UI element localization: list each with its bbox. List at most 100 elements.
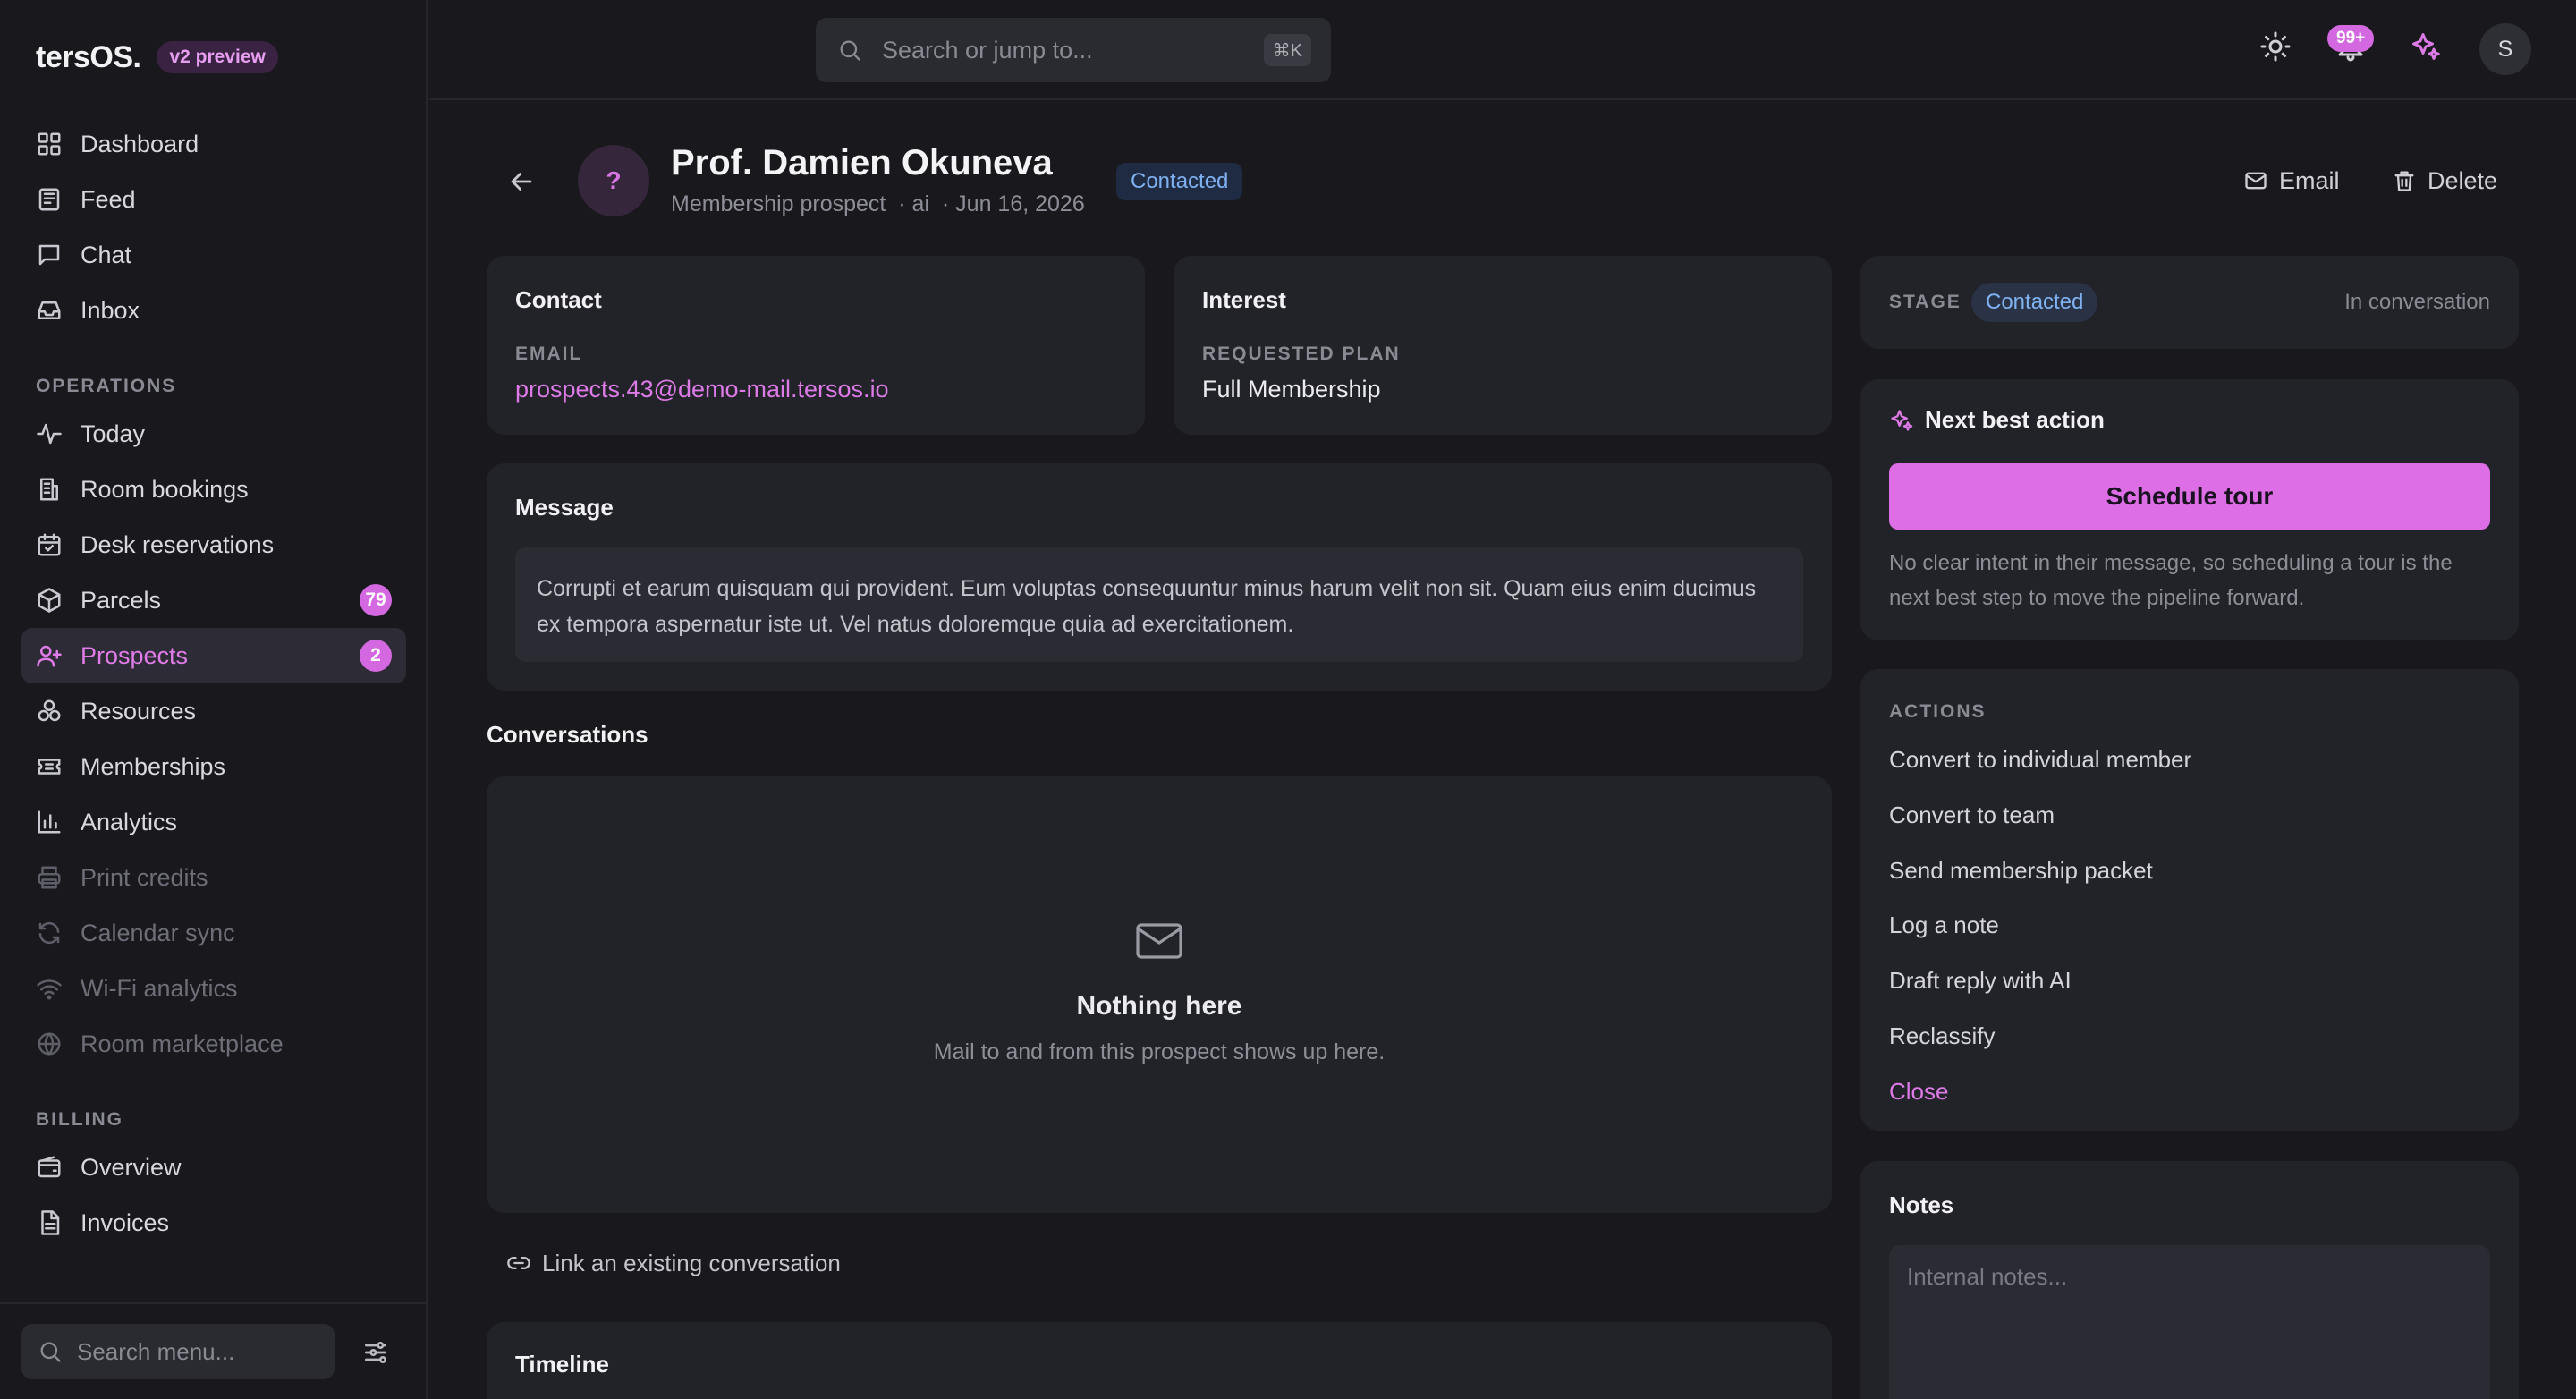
sidebar-item-label: Memberships — [80, 752, 226, 780]
actions-heading: ACTIONS — [1889, 701, 1987, 722]
menu-search-input[interactable]: Search menu... — [21, 1324, 335, 1379]
sidebar-item-label: Calendar sync — [80, 919, 235, 946]
calendar-check-icon — [36, 531, 63, 558]
notes-textarea[interactable]: Internal notes... — [1889, 1245, 2490, 1399]
action-convert-team[interactable]: Convert to team — [1889, 801, 2055, 829]
contact-card: Contact EMAIL prospects.43@demo-mail.ter… — [487, 256, 1145, 435]
globe-icon — [36, 1030, 63, 1057]
sidebar: tersOS. v2 preview Dashboard Feed Chat I… — [0, 0, 428, 1399]
global-search-input[interactable]: Search or jump to... ⌘K — [816, 18, 1331, 82]
notes-card: Notes Internal notes... — [1860, 1161, 2519, 1399]
sidebar-item-room-bookings[interactable]: Room bookings — [21, 462, 406, 517]
sidebar-item-label: Room bookings — [80, 475, 249, 503]
sidebar-nav: Dashboard Feed Chat Inbox OPERATIONS Tod… — [21, 116, 406, 1251]
activity-icon — [36, 420, 63, 447]
global-search-placeholder: Search or jump to... — [882, 36, 1093, 64]
stage-note: In conversation — [2344, 290, 2490, 314]
next-best-action-card: Next best action Schedule tour No clear … — [1860, 379, 2519, 640]
sidebar-item-parcels[interactable]: Parcels 79 — [21, 572, 406, 628]
refresh-icon — [36, 920, 63, 946]
email-label: EMAIL — [515, 343, 583, 364]
sidebar-item-wifi-analytics[interactable]: Wi-Fi analytics — [21, 961, 406, 1016]
sidebar-item-room-marketplace[interactable]: Room marketplace — [21, 1016, 406, 1072]
search-icon — [837, 38, 862, 63]
action-reclassify[interactable]: Reclassify — [1889, 1022, 1995, 1050]
sidebar-item-desk-reservations[interactable]: Desk reservations — [21, 517, 406, 572]
stage-badge[interactable]: Contacted — [1971, 283, 2098, 322]
sparkles-icon[interactable] — [2410, 30, 2442, 63]
sidebar-item-label: Overview — [80, 1153, 182, 1181]
sidebar-item-label: Inbox — [80, 296, 140, 324]
chat-icon — [36, 242, 63, 268]
email-button[interactable]: Email — [2243, 163, 2340, 199]
email-button-label: Email — [2279, 166, 2340, 194]
message-title: Message — [515, 494, 614, 521]
file-text-icon — [36, 1209, 63, 1236]
sidebar-item-resources[interactable]: Resources — [21, 683, 406, 739]
sidebar-item-label: Invoices — [80, 1208, 170, 1236]
mail-icon — [2243, 168, 2268, 193]
sidebar-item-label: Parcels — [80, 586, 162, 614]
sliders-icon[interactable] — [361, 1338, 390, 1367]
sidebar-item-analytics[interactable]: Analytics — [21, 794, 406, 850]
action-close[interactable]: Close — [1889, 1078, 1948, 1106]
contact-title: Contact — [515, 286, 602, 313]
link-conversation-label: Link an existing conversation — [542, 1249, 841, 1276]
back-arrow-icon[interactable] — [506, 166, 537, 197]
empty-state-title: Nothing here — [1076, 991, 1242, 1021]
sidebar-item-label: Desk reservations — [80, 530, 275, 558]
menu-search-placeholder: Search menu... — [77, 1337, 235, 1365]
package-icon — [36, 587, 63, 614]
parcels-count-badge: 79 — [360, 584, 392, 616]
interest-title: Interest — [1202, 286, 1286, 313]
search-icon — [38, 1339, 63, 1364]
wifi-icon — [36, 975, 63, 1002]
sidebar-item-calendar-sync[interactable]: Calendar sync — [21, 905, 406, 961]
prospect-meta: Membership prospect · ai · Jun 16, 2026 — [671, 191, 1085, 216]
sidebar-item-label: Wi-Fi analytics — [80, 974, 238, 1002]
sidebar-item-feed[interactable]: Feed — [21, 172, 406, 227]
sidebar-item-invoices[interactable]: Invoices — [21, 1195, 406, 1251]
action-draft-reply[interactable]: Draft reply with AI — [1889, 967, 2072, 995]
sidebar-item-label: Prospects — [80, 641, 189, 669]
sidebar-item-label: Analytics — [80, 808, 178, 835]
next-best-action-label: Next best action — [1925, 406, 2105, 433]
link-conversation-button[interactable]: Link an existing conversation — [506, 1245, 841, 1281]
schedule-tour-button[interactable]: Schedule tour — [1889, 463, 2490, 530]
action-log-note[interactable]: Log a note — [1889, 911, 1999, 939]
action-send-packet[interactable]: Send membership packet — [1889, 857, 2153, 885]
version-badge: v2 preview — [157, 41, 278, 73]
sidebar-item-prospects[interactable]: Prospects 2 — [21, 628, 406, 683]
sparkles-icon — [1889, 408, 1914, 433]
action-convert-individual[interactable]: Convert to individual member — [1889, 746, 2191, 774]
sidebar-item-memberships[interactable]: Memberships — [21, 739, 406, 794]
sidebar-item-label: Feed — [80, 185, 136, 213]
mail-icon — [1134, 920, 1184, 962]
wallet-icon — [36, 1154, 63, 1181]
email-link[interactable]: prospects.43@demo-mail.tersos.io — [515, 376, 889, 403]
user-avatar[interactable]: S — [2479, 23, 2531, 75]
sidebar-item-label: Dashboard — [80, 130, 199, 157]
sidebar-item-inbox[interactable]: Inbox — [21, 283, 406, 338]
sidebar-item-print-credits[interactable]: Print credits — [21, 850, 406, 905]
notes-title: Notes — [1889, 1191, 1954, 1218]
sidebar-item-label: Room marketplace — [80, 1030, 284, 1057]
billing-heading: BILLING — [36, 1109, 123, 1130]
interest-card: Interest REQUESTED PLAN Full Membership — [1174, 256, 1832, 435]
plan-label: REQUESTED PLAN — [1202, 343, 1401, 364]
delete-button[interactable]: Delete — [2392, 163, 2497, 199]
message-card: Message Corrupti et earum quisquam qui p… — [487, 463, 1832, 691]
sidebar-item-overview[interactable]: Overview — [21, 1140, 406, 1195]
newspaper-icon — [36, 186, 63, 213]
prospects-count-badge: 2 — [360, 640, 392, 672]
sun-icon[interactable] — [2259, 30, 2292, 63]
sidebar-item-label: Print credits — [80, 863, 208, 891]
building-icon — [36, 476, 63, 503]
sidebar-item-chat[interactable]: Chat — [21, 227, 406, 283]
actions-card: ACTIONS Convert to individual member Con… — [1860, 669, 2519, 1131]
timeline-card: Timeline — [487, 1322, 1832, 1399]
brand[interactable]: tersOS. v2 preview — [36, 38, 278, 77]
sidebar-item-today[interactable]: Today — [21, 406, 406, 462]
sidebar-item-dashboard[interactable]: Dashboard — [21, 116, 406, 172]
timeline-title: Timeline — [515, 1351, 610, 1378]
